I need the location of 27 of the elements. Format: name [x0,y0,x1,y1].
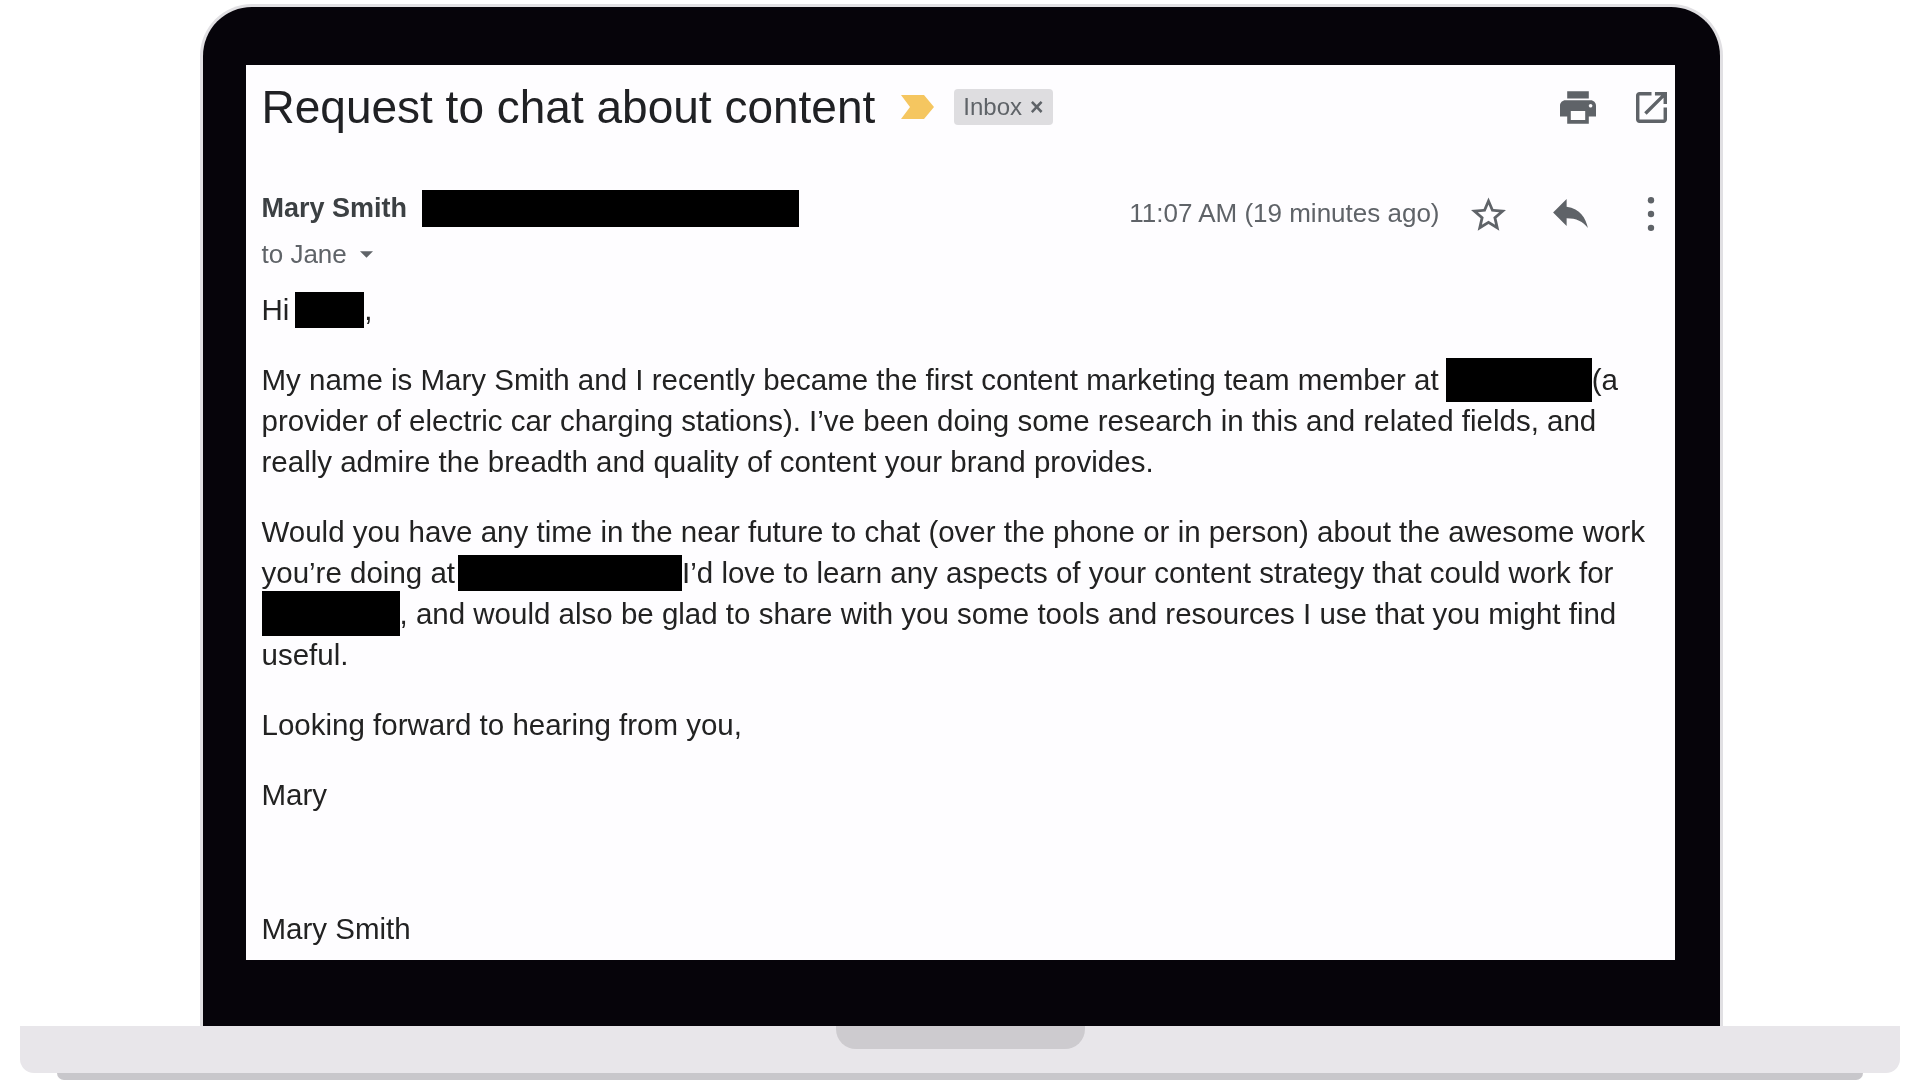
body-text: Looking forward to hearing from you, [261,707,742,743]
body-text: useful. [261,637,349,673]
body-text: (a [1591,362,1618,398]
sender-name: Mary Smith [261,193,408,224]
body-text: , [364,292,373,328]
body-text: Mary Smith [261,911,411,947]
open-in-new-window-icon[interactable] [1635,91,1667,123]
more-options-icon[interactable] [1645,196,1656,231]
body-text: you’re doing at [261,555,456,591]
print-icon[interactable] [1559,90,1596,124]
importance-marker-icon[interactable] [901,95,935,119]
reply-icon[interactable] [1552,199,1588,228]
remove-label-button[interactable]: × [1022,95,1044,119]
timestamp: 11:07 AM (19 minutes ago) [1129,198,1440,229]
body-text: My name is Mary Smith and I recently became the first content marketing team member at [261,362,1439,398]
body-text: Hi [261,292,290,328]
recipient-text: to Jane [261,238,347,270]
body-text: I’d love to learn any aspects of your content strategy that could work for [682,555,1614,591]
body-text: , and would also be glad to share with you some tools and resources I use that you might find [399,596,1617,632]
body-text: Would you have any time in the near future to chat (over the phone or in person) about the awesome work [261,514,1645,550]
caret-icon[interactable] [359,250,373,258]
body-text: Mary [261,777,328,813]
label-text: Inbox [963,93,1022,121]
body-text: provider of electric car charging stations). I’ve been doing some research in this and related fields, and [261,403,1597,439]
body-text: really admire the breadth and quality of content your brand provides. [261,444,1154,480]
redaction-bar [295,291,365,328]
star-icon[interactable] [1470,196,1506,231]
